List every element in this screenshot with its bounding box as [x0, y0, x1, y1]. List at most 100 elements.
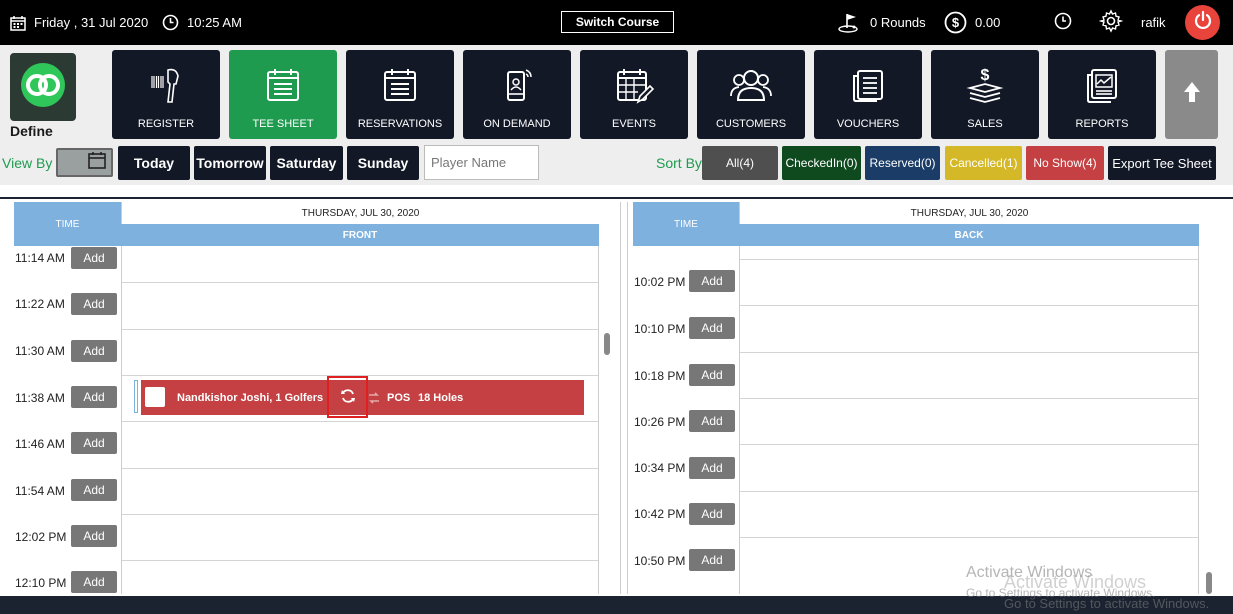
nav-register[interactable]: REGISTER [112, 50, 220, 139]
clock-icon [1054, 12, 1072, 33]
scroll-up-button[interactable] [1165, 50, 1218, 139]
sync-button[interactable] [327, 376, 368, 418]
back-add-button[interactable]: Add [689, 410, 735, 432]
gear-icon [1098, 9, 1124, 36]
back-add-button[interactable]: Add [689, 364, 735, 386]
svg-text:$: $ [981, 67, 990, 84]
settings-button[interactable] [1098, 0, 1124, 45]
filter-no-show-button[interactable]: No Show(4) [1026, 146, 1104, 180]
front-scroll-thumb[interactable] [604, 333, 610, 355]
transfer-icon[interactable] [367, 380, 381, 415]
slot-divider [740, 352, 1198, 353]
activation-watermark-text: Go to Settings to activate Windows. [1004, 596, 1210, 611]
booking-row[interactable]: Nandkishor Joshi, 1 Golfers POS 18 Holes [141, 376, 584, 418]
nav-sales[interactable]: $ SALES [931, 50, 1039, 139]
date-text: Friday , 31 Jul 2020 [34, 15, 149, 30]
front-slots-column [121, 246, 599, 594]
slot-divider [740, 444, 1198, 445]
sunday-button[interactable]: Sunday [347, 146, 419, 180]
nav-reports[interactable]: REPORTS [1048, 50, 1156, 139]
slot-divider [740, 491, 1198, 492]
front-add-button[interactable]: Add [71, 340, 117, 362]
back-time-slot: 10:02 PM [634, 275, 686, 289]
arrow-up-icon [1183, 80, 1201, 109]
date-display: Friday , 31 Jul 2020 [10, 0, 148, 45]
booking-holes-label: 18 Holes [418, 391, 464, 404]
calendar-list-icon [264, 66, 302, 107]
front-date-header: THURSDAY, JUL 30, 2020 [121, 202, 599, 224]
calendar-edit-icon [614, 66, 655, 109]
front-add-button[interactable]: Add [71, 386, 117, 408]
sheet-divider-line [0, 197, 1233, 199]
back-add-button[interactable]: Add [689, 270, 735, 292]
time-text: 10:25 AM [187, 15, 242, 30]
nav-reports-label: REPORTS [1075, 118, 1129, 130]
export-tee-sheet-button[interactable]: Export Tee Sheet [1108, 146, 1216, 180]
nav-customers[interactable]: CUSTOMERS [697, 50, 805, 139]
calendar-toggle[interactable] [56, 148, 113, 177]
calendar-icon [10, 15, 26, 31]
logout-button[interactable] [1185, 5, 1220, 40]
top-bar: Friday , 31 Jul 2020 10:25 AM Switch Cou… [0, 0, 1233, 45]
booking-checkbox[interactable] [145, 387, 165, 407]
back-scroll-thumb[interactable] [1206, 572, 1212, 594]
rounds-display[interactable]: 0 Rounds [838, 0, 926, 45]
today-button[interactable]: Today [118, 146, 190, 180]
report-chart-icon [1083, 66, 1121, 107]
balance-display[interactable]: $ 0.00 [944, 0, 1000, 45]
booking-drag-handle[interactable] [134, 380, 138, 413]
back-time-header: TIME [633, 202, 739, 246]
back-add-button[interactable]: Add [689, 549, 735, 571]
front-time-slot: 12:10 PM [15, 576, 67, 590]
front-time-slot: 11:46 AM [15, 437, 65, 451]
nav-tee-sheet-label: TEE SHEET [252, 118, 314, 130]
nav-events[interactable]: EVENTS [580, 50, 688, 139]
back-add-button[interactable]: Add [689, 457, 735, 479]
activation-watermark-title: Activate Windows [1004, 572, 1147, 592]
back-add-button[interactable]: Add [689, 317, 735, 339]
filter-checked-in-button[interactable]: CheckedIn(0) [782, 146, 861, 180]
main-toolbar: Define REGISTER TEE SHEET RESERVATIONS O… [0, 45, 1233, 185]
golf-flag-icon [838, 12, 862, 34]
user-name[interactable]: rafik [1141, 0, 1166, 45]
back-date-header: THURSDAY, JUL 30, 2020 [739, 202, 1199, 224]
front-add-button[interactable]: Add [71, 571, 117, 593]
nav-reservations[interactable]: RESERVATIONS [346, 50, 454, 139]
money-stack-icon: $ [965, 66, 1005, 109]
filter-reserved-button[interactable]: Reserved(0) [865, 146, 940, 180]
front-add-button[interactable]: Add [71, 479, 117, 501]
front-add-button[interactable]: Add [71, 525, 117, 547]
player-name-input[interactable] [424, 145, 539, 180]
back-add-button[interactable]: Add [689, 503, 735, 525]
front-add-button[interactable]: Add [71, 293, 117, 315]
front-add-button[interactable]: Add [71, 247, 117, 269]
saturday-button[interactable]: Saturday [270, 146, 343, 180]
filter-all-button[interactable]: All(4) [702, 146, 778, 180]
clock-icon [162, 14, 179, 31]
balance-text: 0.00 [975, 15, 1001, 30]
sort-by-label: Sort By [656, 155, 702, 171]
calendar-icon [87, 151, 107, 174]
switch-course-button[interactable]: Switch Course [561, 11, 674, 33]
nav-events-label: EVENTS [611, 118, 656, 130]
logo-icon [18, 60, 68, 115]
slot-divider [740, 259, 1198, 260]
nav-vouchers[interactable]: VOUCHERS [814, 50, 922, 139]
front-time-slot: 11:14 AM [15, 251, 65, 265]
booking-player-name: Nandkishor Joshi, 1 Golfers [177, 391, 324, 404]
panel-splitter[interactable] [620, 202, 628, 594]
tomorrow-button[interactable]: Tomorrow [194, 146, 266, 180]
filter-cancelled-button[interactable]: Cancelled(1) [945, 146, 1022, 180]
booking-pos-label: POS [387, 391, 411, 404]
brand-logo[interactable] [10, 53, 76, 121]
barcode-scanner-icon [146, 66, 186, 109]
nav-tee-sheet[interactable]: TEE SHEET [229, 50, 337, 139]
nav-on-demand[interactable]: ON DEMAND [463, 50, 571, 139]
nav-register-label: REGISTER [137, 118, 195, 130]
back-course-header: BACK [739, 224, 1199, 246]
nav-vouchers-label: VOUCHERS [836, 118, 900, 130]
history-button[interactable] [1054, 0, 1072, 45]
slot-divider [122, 421, 598, 422]
back-time-slot: 10:26 PM [634, 415, 686, 429]
front-add-button[interactable]: Add [71, 432, 117, 454]
